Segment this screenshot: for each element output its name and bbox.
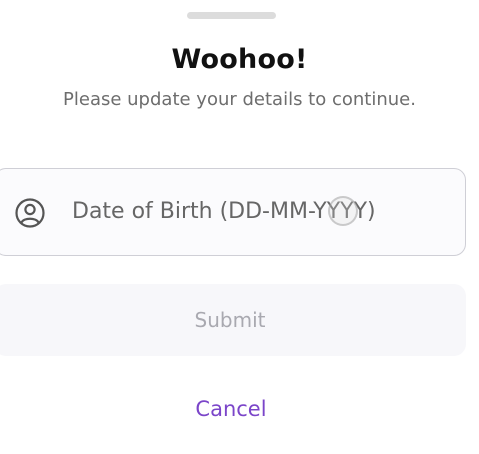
date-of-birth-field[interactable]: Date of Birth (DD-MM-YYYY)	[0, 168, 466, 256]
dialog-title: Woohoo!	[171, 44, 308, 75]
drag-handle[interactable]	[187, 12, 276, 19]
user-circle-icon	[14, 197, 46, 229]
bottom-sheet: Woohoo! Please update your details to co…	[0, 0, 479, 454]
cancel-button[interactable]: Cancel	[0, 397, 462, 421]
touch-indicator	[328, 196, 358, 226]
dialog-subtitle: Please update your details to continue.	[63, 89, 416, 110]
submit-button[interactable]: Submit	[0, 284, 466, 356]
